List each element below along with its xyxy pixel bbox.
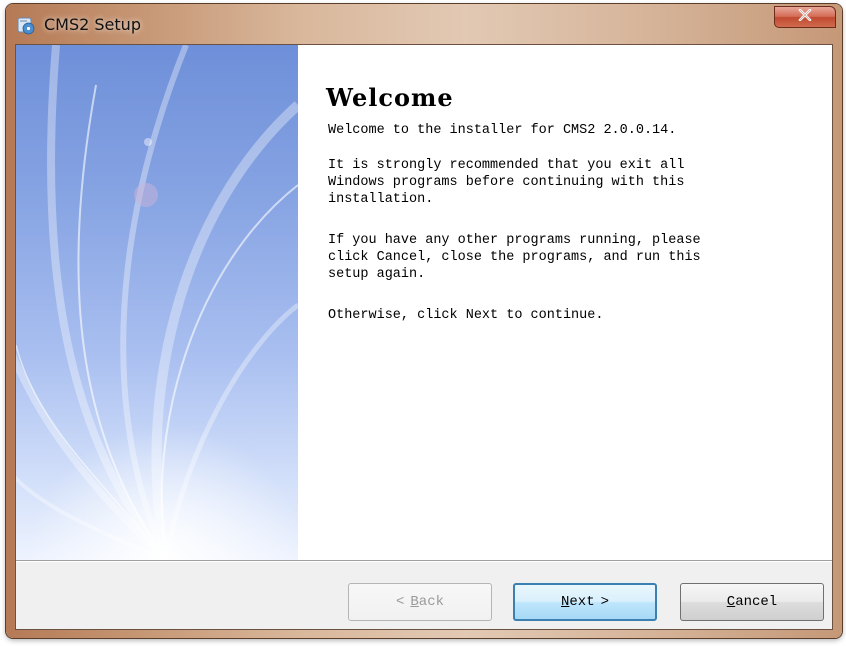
next-button-label: Next <box>560 594 595 610</box>
back-button[interactable]: < Back <box>348 583 492 621</box>
wizard-side-banner <box>16 45 298 560</box>
close-icon <box>798 8 812 26</box>
back-arrow: < <box>395 594 405 610</box>
button-bar-divider <box>16 560 832 562</box>
intro-text: Welcome to the installer for CMS2 2.0.0.… <box>328 123 677 138</box>
paragraph-continue: Otherwise, click Next to continue. <box>328 308 604 323</box>
back-button-label: Back <box>410 594 445 610</box>
setup-window: CMS2 Setup Welcome Welcome to the instal… <box>6 4 842 638</box>
paragraph-exit-programs: It is strongly recommended that you exit… <box>328 158 685 207</box>
page-heading: Welcome <box>326 83 454 112</box>
banner-artwork <box>16 45 298 560</box>
window-title: CMS2 Setup <box>44 15 141 34</box>
wizard-content: Welcome Welcome to the installer for CMS… <box>298 45 832 560</box>
paragraph-cancel-instructions: If you have any other programs running, … <box>328 233 701 282</box>
installer-disc-icon <box>17 17 35 35</box>
close-button[interactable] <box>774 6 836 28</box>
wizard-client-area: Welcome Welcome to the installer for CMS… <box>15 44 833 630</box>
next-button[interactable]: Next > <box>513 583 657 621</box>
cancel-button[interactable]: Cancel <box>680 583 824 621</box>
title-bar[interactable]: CMS2 Setup <box>6 4 842 44</box>
next-arrow: > <box>600 594 610 610</box>
cancel-button-label: Cancel <box>726 594 778 610</box>
